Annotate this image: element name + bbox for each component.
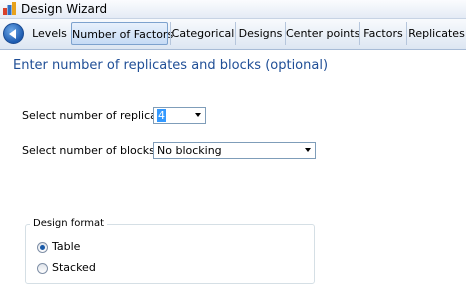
app-icon [3, 2, 16, 15]
blocks-value: No blocking [157, 144, 222, 157]
table-radio[interactable] [37, 242, 48, 253]
design-format-title: Design format [30, 218, 108, 229]
page-heading: Enter number of replicates and blocks (o… [13, 58, 329, 73]
table-radio-label[interactable]: Table [52, 240, 80, 253]
window-title: Design Wizard [21, 2, 108, 16]
replicates-dropdown[interactable]: 4 [153, 107, 206, 124]
stacked-radio-label[interactable]: Stacked [52, 261, 96, 274]
tab-factors[interactable]: Factors [359, 22, 406, 45]
tab-levels[interactable]: Levels [29, 22, 70, 45]
tab-replicates[interactable]: Replicates [406, 22, 466, 45]
chevron-down-icon [305, 148, 311, 152]
title-bar: Design Wizard [0, 0, 466, 19]
blocks-dropdown[interactable]: No blocking [153, 142, 316, 159]
tab-designs[interactable]: Designs [235, 22, 285, 45]
tab-categorical[interactable]: Categorical [170, 22, 235, 45]
design-format-group [25, 224, 315, 284]
wizard-tab-bar: Levels Number of Factors Categorical Des… [0, 19, 466, 50]
tab-number-of-factors[interactable]: Number of Factors [71, 22, 173, 45]
blocks-label: Select number of blocks: [22, 144, 159, 157]
chevron-down-icon [195, 113, 201, 117]
back-arrow-icon[interactable] [3, 23, 24, 44]
tab-center-points[interactable]: Center points [285, 22, 360, 45]
stacked-radio[interactable] [37, 263, 48, 274]
replicates-value: 4 [157, 109, 166, 122]
